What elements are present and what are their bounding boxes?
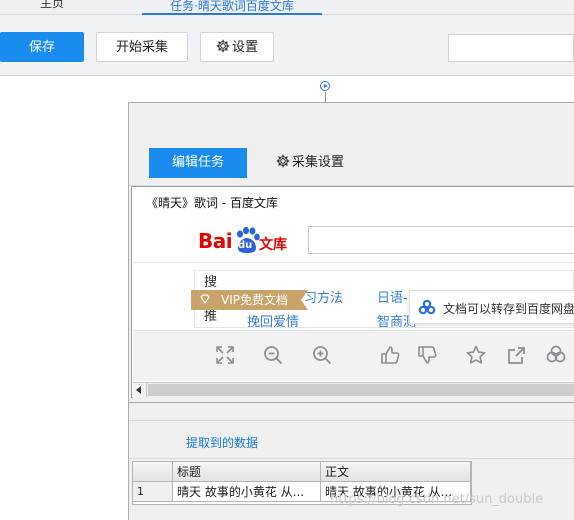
settings-button[interactable]: 设置 xyxy=(200,32,274,62)
star-icon[interactable] xyxy=(465,344,487,366)
tooltip-text: 文档可以转存到百度网盘 xyxy=(443,302,574,316)
divider xyxy=(129,458,574,459)
workflow-canvas xyxy=(0,76,128,520)
baidu-logo-text[interactable]: Bai xyxy=(198,229,233,253)
baidu-wenku-text: 文库 xyxy=(259,237,287,253)
collect-settings-label: 采集设置 xyxy=(292,155,345,170)
panel-divider xyxy=(129,420,574,421)
gear-icon xyxy=(276,154,290,168)
diamond-icon xyxy=(200,294,210,305)
tab-collect-settings[interactable]: 采集设置 xyxy=(276,148,344,178)
baidu-netdisk-icon xyxy=(418,299,436,315)
related-link[interactable]: 挽回爱情 xyxy=(247,311,299,330)
scrollbar-thumb[interactable] xyxy=(148,384,574,396)
page-title: 《晴天》歌词 - 百度文库 xyxy=(146,196,278,210)
flow-connector xyxy=(325,92,326,102)
panel-divider[interactable] xyxy=(129,402,574,403)
related-link[interactable]: 习方法 xyxy=(304,287,343,306)
save-button[interactable]: 保存 xyxy=(0,32,84,62)
toolbar-search-input[interactable] xyxy=(448,34,574,62)
watermark: https://blog.csdn.net/sun_double xyxy=(330,492,544,507)
wenku-search-input[interactable] xyxy=(308,226,574,254)
table-corner xyxy=(133,462,173,482)
tab-extracted-data[interactable]: 提取到的数据 xyxy=(186,434,258,451)
thumbs-up-icon[interactable] xyxy=(379,344,401,366)
start-collect-button[interactable]: 开始采集 xyxy=(96,32,188,62)
task-panel-header xyxy=(129,103,574,143)
column-header-title[interactable]: 标题 xyxy=(173,462,321,482)
zoom-out-icon[interactable] xyxy=(262,344,284,366)
flow-start-icon[interactable] xyxy=(320,81,330,91)
column-header-body[interactable]: 正文 xyxy=(321,462,471,482)
zoom-in-icon[interactable] xyxy=(311,344,333,366)
fullscreen-icon[interactable] xyxy=(214,344,236,366)
tab-home[interactable]: 主页 xyxy=(40,0,64,11)
gear-icon xyxy=(216,39,230,53)
scroll-left-arrow-icon[interactable] xyxy=(133,383,147,397)
thumbs-down-icon[interactable] xyxy=(416,344,438,366)
related-link[interactable]: 日语- xyxy=(377,287,408,306)
baidu-du-text: du xyxy=(238,240,253,251)
share-icon[interactable] xyxy=(506,344,528,366)
settings-button-label: 设置 xyxy=(231,40,258,55)
divider xyxy=(133,262,574,263)
more-icon[interactable] xyxy=(545,344,567,366)
tab-current-task[interactable]: 任务·晴天歌词百度文库 xyxy=(142,0,322,15)
tab-edit-task[interactable]: 编辑任务 xyxy=(149,148,247,178)
row-number: 1 xyxy=(133,482,173,502)
table-cell[interactable]: 晴天 故事的小黄花 从... xyxy=(173,482,321,502)
